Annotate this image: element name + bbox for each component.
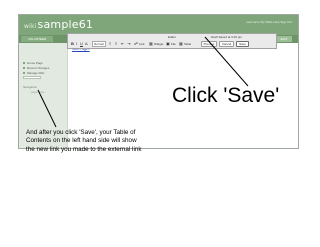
instruction-note: And after you click 'Save', your Table o…: [26, 129, 142, 153]
annotation-arrows: [37, 36, 249, 128]
toc-arrow: [37, 89, 57, 128]
click-save-caption: Click 'Save': [172, 84, 280, 107]
save-arrow: [204, 36, 249, 87]
